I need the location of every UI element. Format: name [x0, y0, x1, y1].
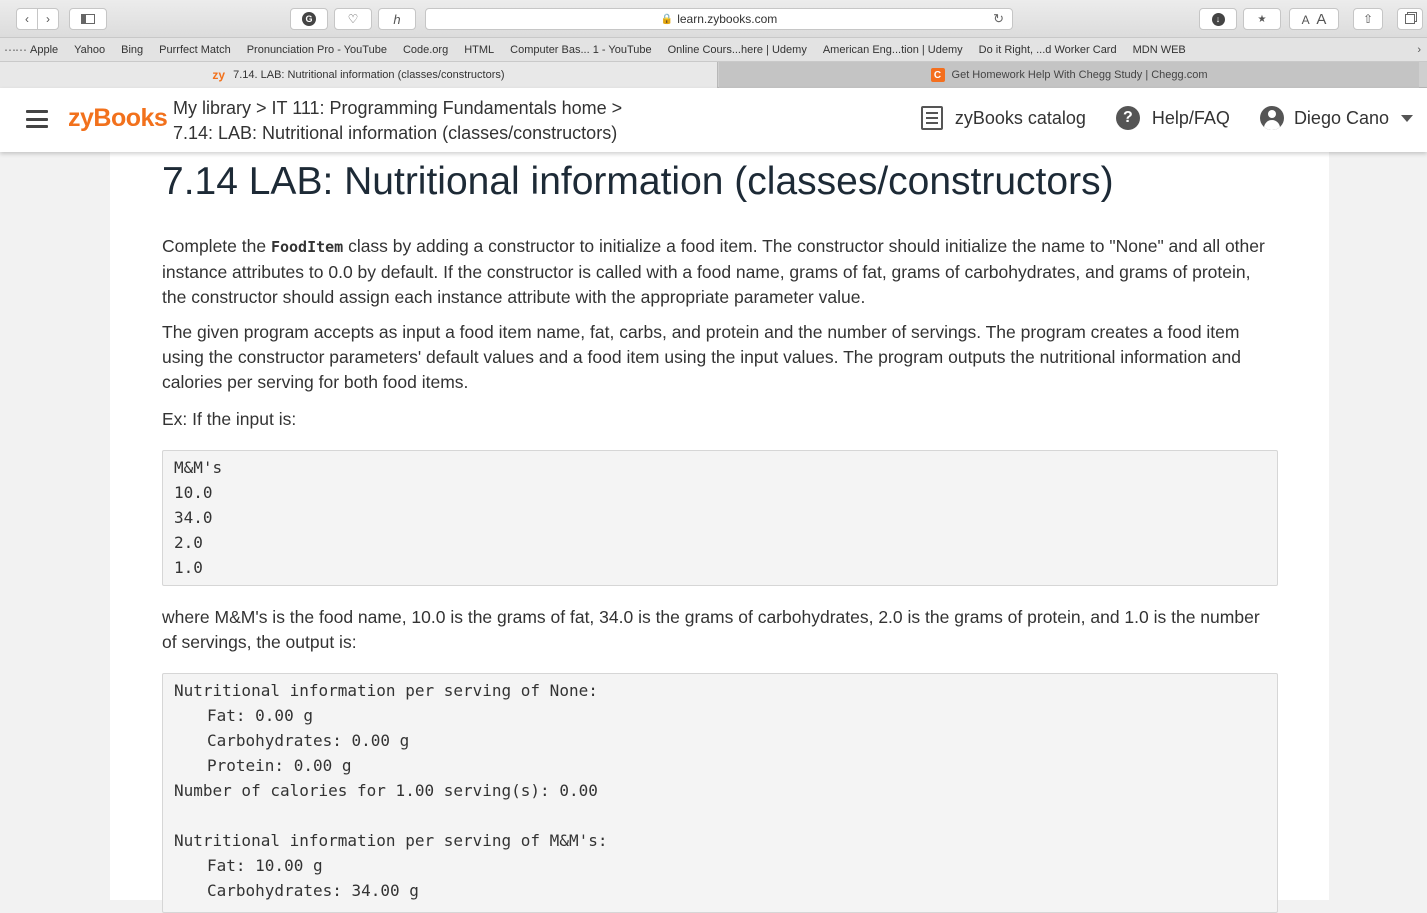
user-icon	[1259, 106, 1284, 130]
example-input-box: M&M's 10.0 34.0 2.0 1.0	[162, 450, 1278, 586]
output-line: Carbohydrates: 0.00 g	[207, 731, 410, 750]
browser-toolbar: ‹ › G ♡ h 🔒 learn.zybooks.com ↻ ↓ ★ A A …	[0, 0, 1427, 38]
bookmark-yahoo[interactable]: Yahoo	[74, 44, 105, 56]
bookmark-star-button[interactable]: ★	[1243, 8, 1281, 30]
grid-icon[interactable]: ⋯⋯	[0, 43, 30, 57]
bookmark-online-courses[interactable]: Online Cours...here | Udemy	[668, 44, 807, 56]
lock-icon: 🔒	[660, 13, 674, 25]
chevron-right-icon[interactable]: ›	[1417, 44, 1421, 56]
breadcrumb-line-2[interactable]: 7.14: LAB: Nutritional information (clas…	[173, 121, 622, 146]
tab-zybooks[interactable]: zy 7.14. LAB: Nutritional information (c…	[0, 62, 718, 88]
instructions-paragraph-1: Complete the FoodItem class by adding a …	[162, 234, 1272, 310]
forward-button[interactable]: ›	[37, 8, 59, 30]
bookmark-purrfect-match[interactable]: Purrfect Match	[159, 44, 231, 56]
help-icon: ?	[1115, 106, 1140, 130]
pocket-extension-button[interactable]: ♡	[334, 8, 372, 30]
bookmark-html[interactable]: HTML	[464, 44, 494, 56]
caret-down-icon	[1401, 114, 1413, 122]
url-text: learn.zybooks.com	[677, 12, 778, 26]
app-header: zyBooks My library > IT 111: Programming…	[0, 88, 1427, 152]
tab-label: Get Homework Help With Chegg Study | Che…	[951, 69, 1208, 81]
sidebar-button[interactable]	[69, 8, 107, 30]
sidebar-icon	[81, 14, 95, 24]
output-line: Protein: 0.00 g	[207, 756, 352, 775]
grammarly-extension-button[interactable]: G	[290, 8, 328, 30]
input-line: 2.0	[174, 533, 203, 552]
output-line: Number of calories for 1.00 serving(s): …	[174, 781, 598, 800]
breadcrumb-line-1[interactable]: My library > IT 111: Programming Fundame…	[173, 96, 622, 121]
star-icon: ★	[1257, 13, 1267, 25]
bookmark-mdn-web[interactable]: MDN WEB	[1133, 44, 1186, 56]
catalog-link[interactable]: zyBooks catalog	[920, 106, 1086, 130]
class-name-code: FoodItem	[270, 238, 344, 256]
example-explanation: where M&M's is the food name, 10.0 is th…	[162, 607, 1260, 652]
catalog-label: zyBooks catalog	[954, 107, 1086, 128]
catalog-icon	[920, 106, 943, 130]
breadcrumb: My library > IT 111: Programming Fundame…	[173, 96, 622, 146]
address-bar[interactable]: 🔒 learn.zybooks.com ↻	[425, 8, 1013, 30]
example-output-box: Nutritional information per serving of N…	[162, 673, 1278, 913]
input-line: 1.0	[174, 558, 203, 577]
tab-label: 7.14. LAB: Nutritional information (clas…	[233, 69, 505, 81]
h-icon: h	[393, 11, 401, 27]
help-label: Help/FAQ	[1151, 107, 1230, 128]
bookmark-computer-basics[interactable]: Computer Bas... 1 - YouTube	[510, 44, 651, 56]
output-line: Nutritional information per serving of N…	[174, 681, 598, 700]
bookmark-pronunciation-pro[interactable]: Pronunciation Pro - YouTube	[247, 44, 387, 56]
para1-pre: Complete the	[162, 236, 271, 256]
bookmark-bing[interactable]: Bing	[121, 44, 143, 56]
page-title: 7.14 LAB: Nutritional information (class…	[162, 160, 1114, 203]
input-line: 34.0	[174, 508, 213, 527]
tabs-icon	[1405, 14, 1415, 24]
output-line: Nutritional information per serving of M…	[174, 831, 608, 850]
chevron-left-icon: ‹	[25, 12, 29, 26]
example-intro: Ex: If the input is:	[162, 409, 297, 429]
bookmark-code-org[interactable]: Code.org	[403, 44, 448, 56]
user-name: Diego Cano	[1293, 107, 1389, 128]
chevron-right-icon: ›	[46, 12, 50, 26]
header-actions: zyBooks catalog ? Help/FAQ Diego Cano	[891, 106, 1413, 130]
input-line: M&M's	[174, 458, 223, 477]
tab-bar: zy 7.14. LAB: Nutritional information (c…	[0, 62, 1427, 88]
share-button[interactable]: ⇧	[1353, 8, 1383, 30]
share-icon: ⇧	[1362, 12, 1374, 26]
zybooks-logo[interactable]: zyBooks	[68, 104, 168, 133]
bookmarks-bar: ⋯⋯ Apple Yahoo Bing Purrfect Match Pronu…	[0, 38, 1427, 62]
zybooks-favicon-icon: zy	[212, 68, 226, 82]
menu-icon[interactable]	[26, 110, 48, 128]
bookmark-do-it-right[interactable]: Do it Right, ...d Worker Card	[979, 44, 1117, 56]
bookmark-american-english[interactable]: American Eng...tion | Udemy	[823, 44, 963, 56]
back-button[interactable]: ‹	[16, 8, 38, 30]
text-size-icon: A A	[1301, 10, 1327, 28]
download-icon: ↓	[1211, 12, 1225, 26]
tab-chegg[interactable]: C Get Homework Help With Chegg Study | C…	[719, 62, 1419, 88]
user-menu[interactable]: Diego Cano	[1259, 106, 1413, 130]
help-link[interactable]: ? Help/FAQ	[1115, 106, 1230, 130]
downloads-button[interactable]: ↓	[1199, 8, 1237, 30]
grammarly-icon: G	[302, 12, 316, 26]
tabs-overview-button[interactable]	[1397, 8, 1423, 30]
output-line: Fat: 0.00 g	[207, 706, 313, 725]
reload-icon[interactable]: ↻	[993, 11, 1004, 27]
input-line: 10.0	[174, 483, 213, 502]
extension-button[interactable]: h	[378, 8, 416, 30]
content-panel: 7.14 LAB: Nutritional information (class…	[110, 152, 1329, 913]
bookmark-apple[interactable]: Apple	[30, 44, 58, 56]
text-size-button[interactable]: A A	[1289, 8, 1339, 30]
chegg-favicon-icon: C	[930, 68, 945, 82]
output-line: Fat: 10.00 g	[207, 856, 323, 875]
pocket-icon: ♡	[347, 12, 359, 26]
output-line: Carbohydrates: 34.00 g	[207, 881, 419, 900]
instructions-paragraph-2: The given program accepts as input a foo…	[162, 322, 1241, 392]
